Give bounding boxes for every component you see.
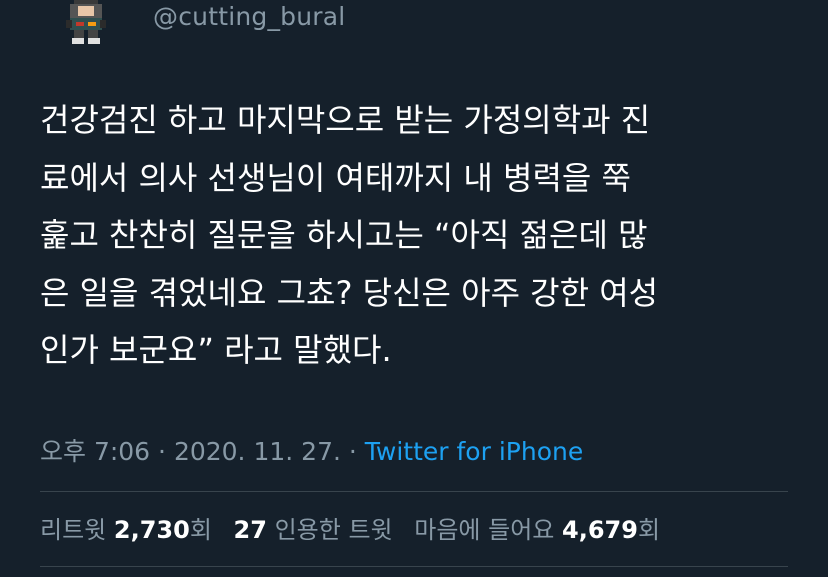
tweet-metadata: 오후 7:06 · 2020. 11. 27. · Twitter for iP… [40, 432, 583, 468]
quotes-label: 인용한 트윗 [274, 516, 393, 544]
tweet-text-line: 료에서 의사 선생님이 여태까지 내 병력을 쭉 [40, 158, 631, 197]
tweet-time[interactable]: 오후 7:06 [40, 437, 150, 466]
quotes-count: 27 [233, 516, 267, 544]
likes-count: 4,679 [562, 516, 638, 544]
tweet-detail: @cutting_bural 건강검진 하고 마지막으로 받는 가정의학과 진 … [0, 0, 828, 577]
retweets-stat[interactable]: 리트윗 2,730회 [40, 516, 212, 544]
tweet-text-line: 건강검진 하고 마지막으로 받는 가정의학과 진 [40, 101, 651, 139]
avatar[interactable] [66, 0, 106, 46]
user-handle[interactable]: @cutting_bural [153, 2, 345, 31]
meta-separator: · [340, 437, 365, 466]
tweet-text: 건강검진 하고 마지막으로 받는 가정의학과 진 료에서 의사 선생님이 여태까… [40, 92, 800, 380]
likes-label: 마음에 들어요 [414, 516, 555, 544]
divider [40, 491, 788, 492]
retweets-label: 리트윗 [40, 516, 107, 544]
tweet-date[interactable]: 2020. 11. 27. [174, 437, 341, 466]
likes-stat[interactable]: 마음에 들어요 4,679회 [414, 516, 660, 544]
tweet-text-line: 인가 보군요” 라고 말했다. [40, 331, 392, 369]
meta-separator: · [150, 437, 174, 466]
retweets-count: 2,730 [113, 516, 190, 544]
retweets-suffix: 회 [189, 516, 212, 544]
tweet-source-link[interactable]: Twitter for iPhone [365, 437, 583, 466]
divider [40, 566, 788, 567]
tweet-text-line: 은 일을 겪었네요 그쵸? 당신은 아주 강한 여성 [40, 273, 659, 312]
likes-suffix: 회 [637, 516, 661, 544]
tweet-text-line: 훑고 찬찬히 질문을 하시고는 “아직 젊은데 많 [40, 216, 648, 254]
quotes-stat[interactable]: 27 인용한 트윗 [234, 516, 393, 544]
tweet-stats: 리트윗 2,730회 27 인용한 트윗 마음에 들어요 4,679회 [40, 510, 660, 545]
